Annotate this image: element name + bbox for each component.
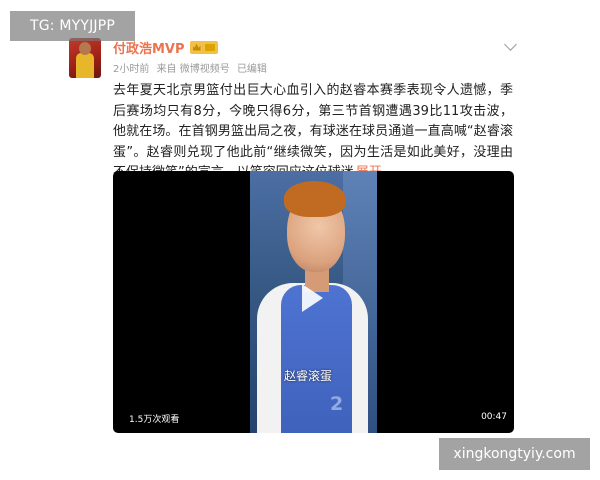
video-person-hair [284, 181, 346, 217]
avatar-head [79, 42, 91, 55]
site-watermark: xingkongtyiy.com [439, 438, 590, 470]
video-view-count: 1.5万次观看 [129, 415, 180, 425]
video-duration: 00:47 [481, 412, 507, 422]
avatar-jersey [76, 53, 94, 78]
page: TG: MYYJJPP 付政浩MVP 2小时前 来自 微博视频号 已编辑 去年夏… [0, 0, 600, 480]
post-edited: 已编辑 [236, 64, 267, 75]
post-meta: 2小时前 来自 微博视频号 已编辑 [113, 60, 267, 75]
avatar[interactable] [69, 38, 101, 78]
chevron-down-icon[interactable] [504, 38, 517, 51]
play-icon[interactable] [302, 284, 323, 312]
video-subtitle: 赵睿滚蛋 [284, 369, 333, 383]
vip-badge-icon [189, 40, 218, 54]
post-body: 去年夏天北京男篮付出巨大心血引入的赵睿本赛季表现令人遗憾，季后赛场均只有8分，今… [113, 83, 513, 180]
top-tag-watermark: TG: MYYJJPP [10, 11, 135, 41]
post-text: 去年夏天北京男篮付出巨大心血引入的赵睿本赛季表现令人遗憾，季后赛场均只有8分，今… [113, 81, 513, 184]
post-source: 来自 微博视频号 [156, 64, 230, 75]
video-player[interactable]: 2 赵睿滚蛋 1.5万次观看 00:47 [113, 171, 514, 433]
video-jersey-number: 2 [330, 393, 344, 415]
post-time: 2小时前 [113, 64, 150, 75]
